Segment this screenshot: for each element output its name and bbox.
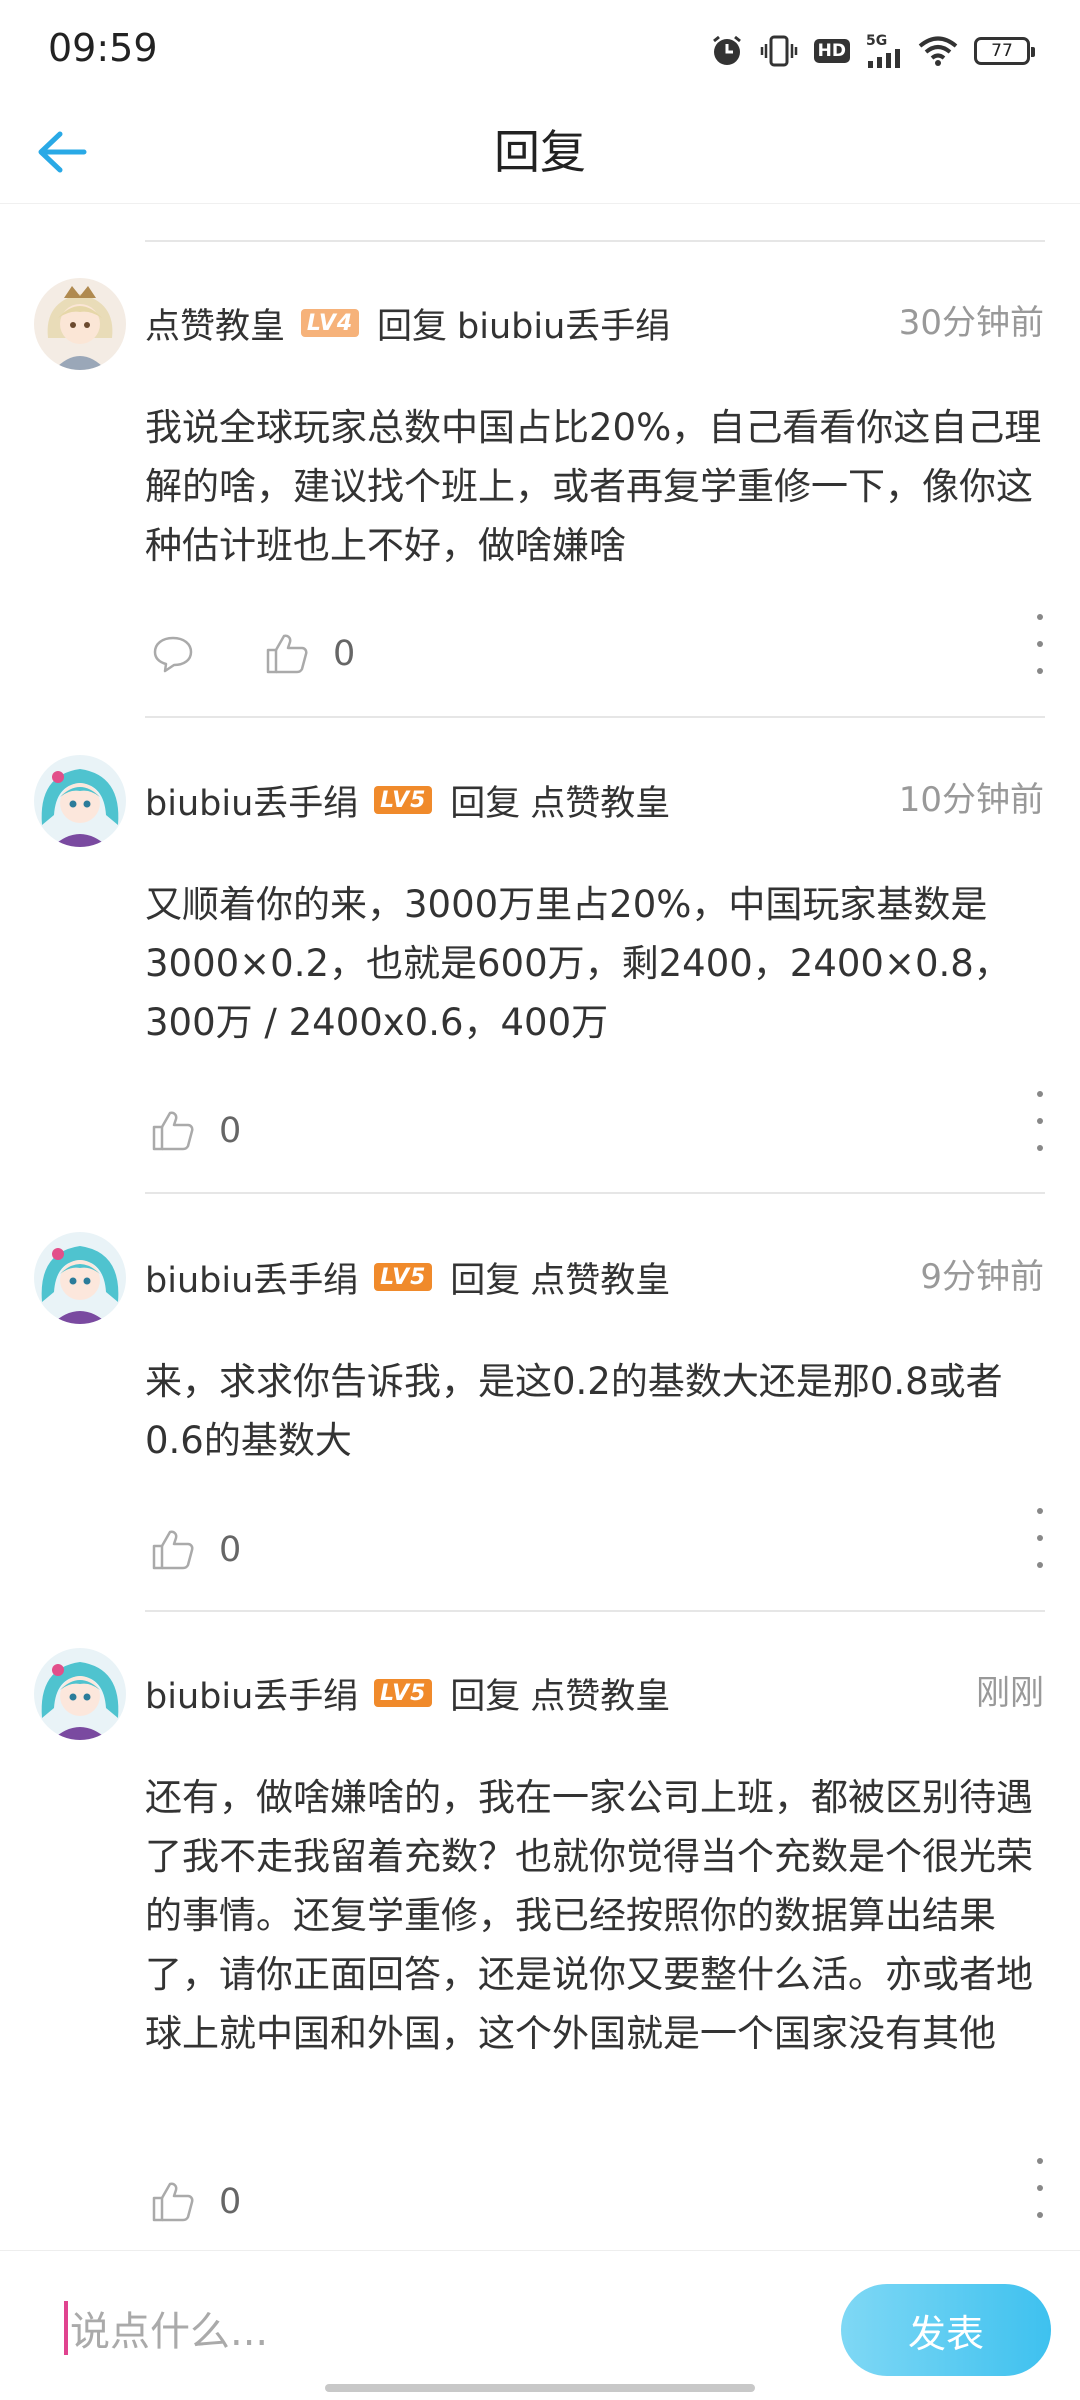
status-icons: HD 5G 77	[710, 30, 1035, 72]
divider	[145, 716, 1045, 718]
divider	[145, 240, 1045, 242]
action-row: 0	[145, 1103, 241, 1159]
reply-label: 回复	[377, 306, 448, 347]
alarm-icon	[712, 35, 741, 65]
comment-header: biubiu丢手绢 LV5 回复 点赞教皇	[145, 1252, 670, 1302]
comment-input[interactable]: 说点什么...	[0, 2251, 820, 2400]
battery-icon: 77	[974, 37, 1035, 65]
more-options-icon[interactable]	[1030, 614, 1050, 674]
hd-badge: HD	[813, 39, 850, 63]
action-row: 0	[145, 2174, 241, 2230]
avatar[interactable]	[34, 1232, 126, 1324]
comment-text: 又顺着你的来，3000万里占20%，中国玩家基数是3000×0.2，也就是600…	[145, 883, 1011, 1044]
status-bar: 09:59 HD 5G 77	[0, 0, 1080, 100]
level-badge: LV5	[374, 1679, 433, 1707]
action-row: 0	[145, 626, 355, 682]
more-options-icon[interactable]	[1030, 1091, 1050, 1151]
more-options-icon[interactable]	[1030, 2158, 1050, 2218]
comment-text: 我说全球玩家总数中国占比20%，自己看看你这自己理解的啥，建议找个班上，或者再复…	[145, 406, 1042, 567]
action-row: 0	[145, 1522, 241, 1578]
level-badge: LV5	[374, 786, 433, 814]
timestamp: 10分钟前	[898, 780, 1044, 820]
comment-composer: 说点什么... 发表	[0, 2250, 1080, 2400]
reply-label: 回复	[450, 1260, 521, 1301]
text-caret	[64, 2301, 68, 2355]
avatar[interactable]	[34, 1648, 126, 1740]
reply-target[interactable]: 点赞教皇	[530, 1668, 670, 1719]
timestamp: 刚刚	[976, 1673, 1044, 1713]
comment-header: biubiu丢手绢 LV5 回复 点赞教皇	[145, 1668, 670, 1718]
author-name[interactable]: 点赞教皇	[145, 298, 285, 349]
level-badge: LV5	[374, 1263, 433, 1291]
reply-target[interactable]: biubiu丢手绢	[457, 298, 670, 349]
comment-icon[interactable]	[145, 626, 201, 682]
send-button[interactable]: 发表	[841, 2284, 1051, 2376]
author-name[interactable]: biubiu丢手绢	[145, 1252, 358, 1303]
reply-target[interactable]: 点赞教皇	[530, 775, 670, 826]
comment-text: 还有，做啥嫌啥的，我在一家公司上班，都被区别待遇了我不走我留着充数？也就你觉得当…	[145, 1776, 1033, 2055]
author-name[interactable]: biubiu丢手绢	[145, 1668, 358, 1719]
comment-header: 点赞教皇 LV4 回复 biubiu丢手绢	[145, 298, 670, 348]
divider	[145, 1192, 1045, 1194]
network-type: 5G	[866, 33, 888, 49]
comment-item: biubiu丢手绢 LV5 回复 点赞教皇 刚刚 还有，做啥嫌啥的，我在一家公司…	[0, 1648, 1080, 2238]
timestamp: 9分钟前	[920, 1257, 1044, 1297]
like-count: 0	[219, 1530, 242, 1570]
vibrate-icon	[760, 35, 797, 67]
divider	[145, 1610, 1045, 1612]
reply-target[interactable]: 点赞教皇	[530, 1252, 670, 1303]
comment-text: 来，求求你告诉我，是这0.2的基数大还是那0.8或者0.6的基数大	[145, 1360, 1003, 1462]
home-indicator[interactable]	[325, 2384, 755, 2392]
like-icon[interactable]	[145, 1522, 201, 1578]
timestamp: 30分钟前	[898, 303, 1044, 343]
comment-item: 点赞教皇 LV4 回复 biubiu丢手绢 30分钟前 我说全球玩家总数中国占比…	[0, 278, 1080, 718]
avatar[interactable]	[34, 278, 126, 370]
input-placeholder: 说点什么...	[70, 2309, 269, 2355]
avatar[interactable]	[34, 755, 126, 847]
page-title: 回复	[494, 125, 586, 179]
like-icon[interactable]	[259, 626, 315, 682]
level-badge: LV4	[301, 309, 360, 337]
author-name[interactable]: biubiu丢手绢	[145, 775, 358, 826]
like-count: 0	[219, 2182, 242, 2222]
like-count: 0	[219, 1111, 242, 1151]
status-time: 09:59	[48, 26, 158, 70]
reply-label: 回复	[450, 1676, 521, 1717]
battery-level: 77	[991, 41, 1013, 61]
more-options-icon[interactable]	[1030, 1508, 1050, 1568]
comment-item: biubiu丢手绢 LV5 回复 点赞教皇 9分钟前 来，求求你告诉我，是这0.…	[0, 1232, 1080, 1612]
like-count: 0	[333, 634, 356, 674]
wifi-icon	[918, 36, 958, 66]
like-icon[interactable]	[145, 1103, 201, 1159]
signal-icon: 5G	[866, 34, 902, 68]
nav-bar: 回复	[0, 100, 1080, 204]
comment-item: biubiu丢手绢 LV5 回复 点赞教皇 10分钟前 又顺着你的来，3000万…	[0, 755, 1080, 1195]
reply-label: 回复	[450, 783, 521, 824]
like-icon[interactable]	[145, 2174, 201, 2230]
comment-header: biubiu丢手绢 LV5 回复 点赞教皇	[145, 775, 670, 825]
